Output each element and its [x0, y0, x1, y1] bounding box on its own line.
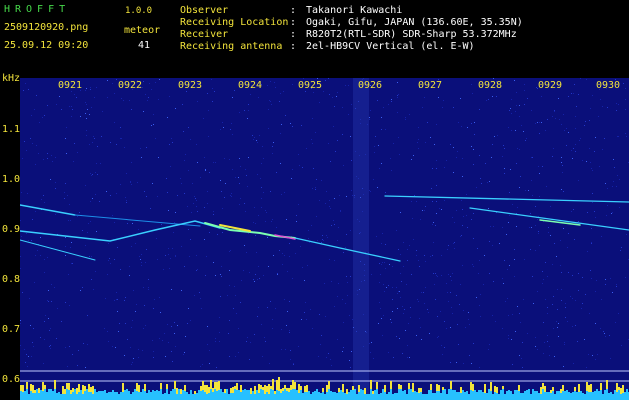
filename-label: 2509120920.png	[4, 22, 89, 33]
datetime-label: 25.09.12 09:20	[4, 40, 89, 51]
x-tick-label: 0927	[418, 80, 443, 91]
spectrogram-canvas	[20, 78, 629, 400]
y-tick-label: 1.1	[2, 124, 21, 135]
y-tick-label: 0.6	[2, 374, 21, 385]
x-tick-label: 0926	[358, 80, 383, 91]
x-tick-label: 0925	[298, 80, 323, 91]
y-tick-label: 1.0	[2, 174, 21, 185]
observer-value: Takanori Kawachi	[306, 5, 403, 16]
receiver-key: Receiver	[180, 29, 229, 40]
observer-sep: :	[290, 5, 297, 16]
x-tick-label: 0922	[118, 80, 143, 91]
location-key: Receiving Location	[180, 17, 289, 28]
antenna-key: Receiving antenna	[180, 41, 283, 52]
x-tick-label: 0924	[238, 80, 263, 91]
receiver-sep: :	[290, 29, 297, 40]
header: HROFFT 1.0.0 2509120920.png 25.09.12 09:…	[0, 0, 629, 74]
y-tick-label: 0.7	[2, 324, 21, 335]
observer-key: Observer	[180, 5, 229, 16]
location-sep: :	[290, 17, 297, 28]
y-axis-unit: kHz	[2, 73, 21, 84]
x-tick-label: 0930	[596, 80, 621, 91]
meteor-label: meteor	[124, 25, 161, 36]
receiver-value: R820T2(RTL-SDR) SDR-Sharp 53.372MHz	[306, 29, 517, 40]
y-tick-label: 0.9	[2, 224, 21, 235]
version-label: 1.0.0	[125, 6, 153, 16]
x-tick-label: 0928	[478, 80, 503, 91]
x-tick-label: 0921	[58, 80, 83, 91]
x-tick-label: 0929	[538, 80, 563, 91]
y-tick-label: 0.8	[2, 274, 21, 285]
antenna-value: 2el-HB9CV Vertical (el. E-W)	[306, 41, 475, 52]
spectrogram-panel	[20, 78, 629, 400]
x-tick-label: 0923	[178, 80, 203, 91]
location-value: Ogaki, Gifu, JAPAN (136.60E, 35.35N)	[306, 17, 523, 28]
meteor-count: 41	[138, 40, 151, 51]
antenna-sep: :	[290, 41, 297, 52]
brand-title: HROFFT	[4, 4, 71, 15]
